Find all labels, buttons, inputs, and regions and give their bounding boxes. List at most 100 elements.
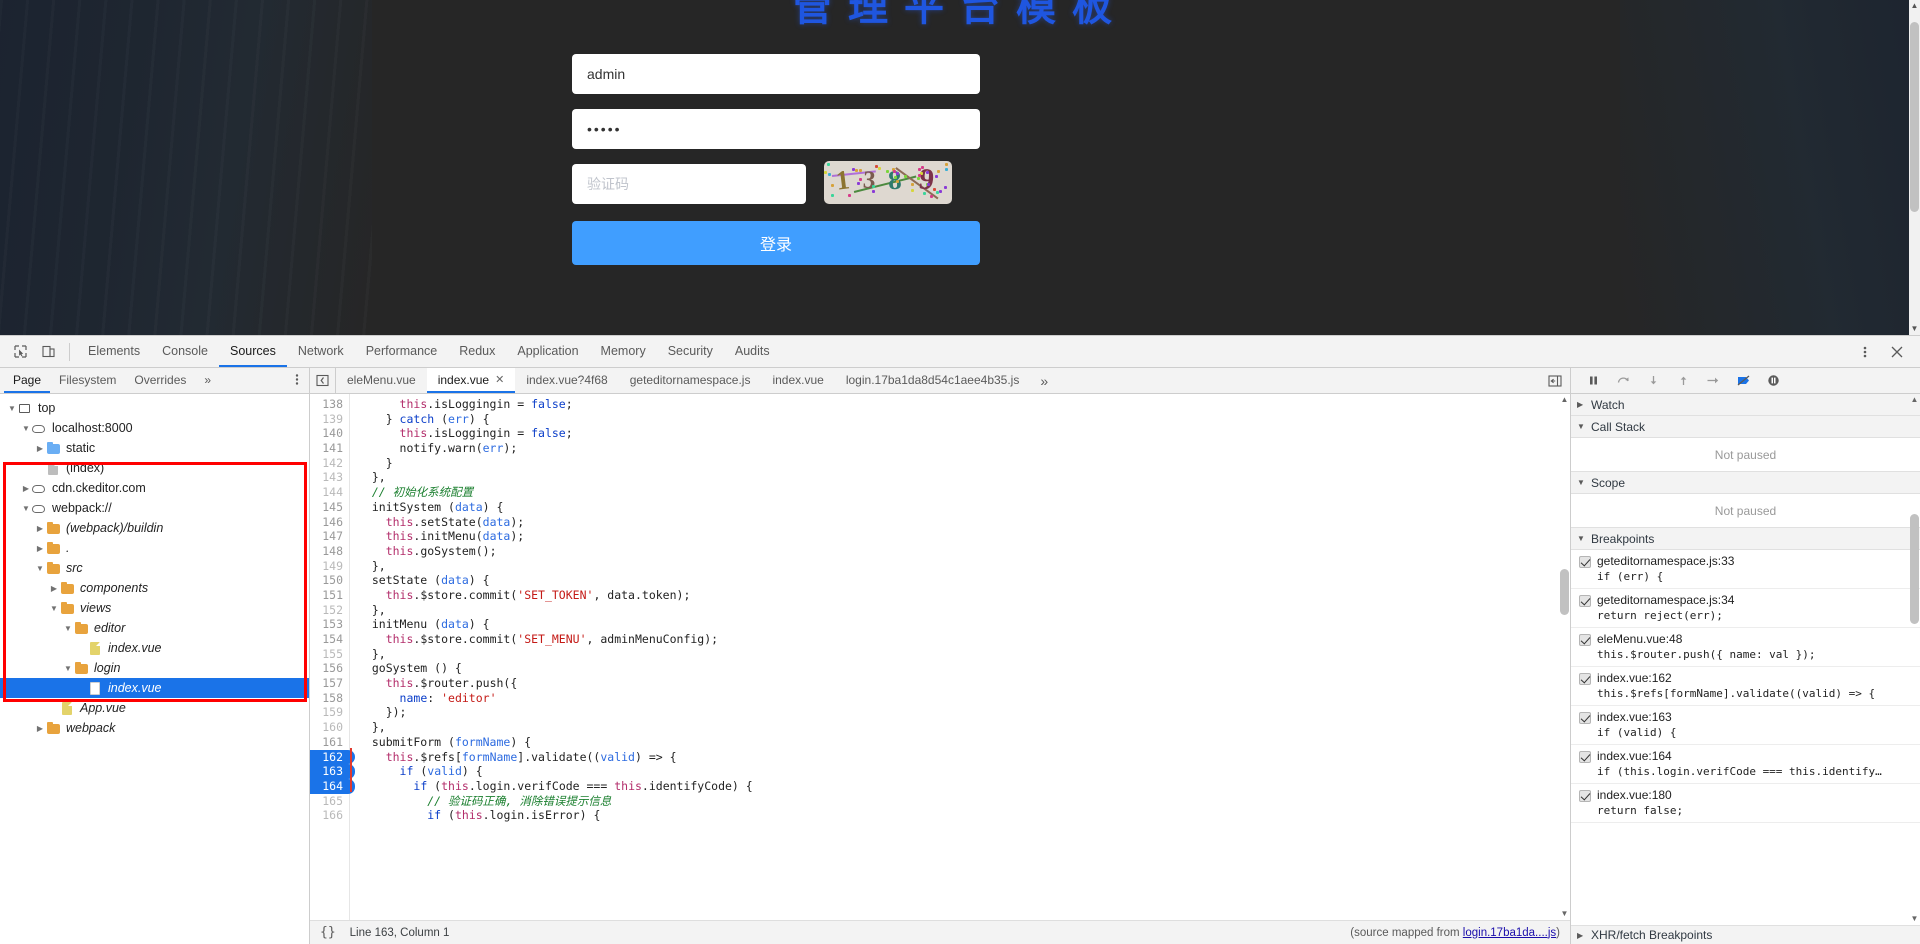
tab-application[interactable]: Application xyxy=(506,336,589,367)
code-line[interactable]: }); xyxy=(358,705,1570,720)
chevron-right-icon[interactable]: ▶ xyxy=(34,518,46,538)
pause-icon[interactable] xyxy=(1579,369,1607,393)
chevron-down-icon[interactable]: ▼ xyxy=(62,618,74,638)
file-tree[interactable]: ▼ top ▼ localhost:8000 ▶ static (index) ▶ cdn.ck… xyxy=(0,394,309,738)
breakpoint-item[interactable]: eleMenu.vue:48 this.$router.push({ name: … xyxy=(1571,628,1920,667)
code-line[interactable]: initSystem (data) { xyxy=(358,500,1570,515)
breakpoint-checkbox[interactable] xyxy=(1579,673,1591,685)
chevron-down-icon[interactable]: ▼ xyxy=(6,398,18,418)
page-scrollbar-thumb[interactable] xyxy=(1910,22,1919,212)
tree-item-cdn-ckeditor-com[interactable]: ▶ cdn.ckeditor.com xyxy=(0,478,309,498)
line-number[interactable]: 166 xyxy=(310,808,349,823)
source-tab-index-vue-4f68[interactable]: index.vue?4f68 xyxy=(515,368,618,393)
line-number[interactable]: 153 xyxy=(310,617,349,632)
line-number[interactable]: 143 xyxy=(310,470,349,485)
tree-item-components[interactable]: ▶ components xyxy=(0,578,309,598)
code-line[interactable]: this.goSystem(); xyxy=(358,544,1570,559)
kebab-menu-icon[interactable] xyxy=(285,373,309,389)
section-breakpoints[interactable]: ▼ Breakpoints xyxy=(1571,528,1920,550)
code-line[interactable]: this.isLoggingin = false; xyxy=(358,426,1570,441)
code-line[interactable]: name: 'editor' xyxy=(358,691,1570,706)
breakpoint-checkbox[interactable] xyxy=(1579,712,1591,724)
username-input[interactable] xyxy=(572,54,980,94)
tab-elements[interactable]: Elements xyxy=(77,336,151,367)
code-line[interactable]: // 验证码正确, 消除错误提示信息 xyxy=(358,794,1570,809)
device-toolbar-icon[interactable] xyxy=(34,339,62,365)
editor-scrollbar[interactable]: ▲ ▼ xyxy=(1559,394,1570,920)
code-line[interactable]: this.initMenu(data); xyxy=(358,529,1570,544)
chevron-down-icon[interactable]: ▼ xyxy=(20,498,32,518)
inspect-element-icon[interactable] xyxy=(6,339,34,365)
tree-item-static[interactable]: ▶ static xyxy=(0,438,309,458)
code-line[interactable]: this.setState(data); xyxy=(358,515,1570,530)
breakpoint-item[interactable]: index.vue:163 if (valid) { xyxy=(1571,706,1920,745)
scroll-down-arrow[interactable]: ▼ xyxy=(1909,323,1920,335)
tab-memory[interactable]: Memory xyxy=(590,336,657,367)
step-icon[interactable] xyxy=(1699,369,1727,393)
breakpoint-item[interactable]: geteditornamespace.js:34 return reject(er… xyxy=(1571,589,1920,628)
deactivate-breakpoints-icon[interactable] xyxy=(1729,369,1757,393)
tree-item-webpack-buildin[interactable]: ▶ (webpack)/buildin xyxy=(0,518,309,538)
tree-item-webpack[interactable]: ▶ webpack xyxy=(0,718,309,738)
line-number[interactable]: 139 xyxy=(310,412,349,427)
tree-item-src[interactable]: ▼ src xyxy=(0,558,309,578)
line-number[interactable]: 165 xyxy=(310,794,349,809)
breakpoint-item[interactable]: index.vue:180 return false; xyxy=(1571,784,1920,823)
more-options-icon[interactable] xyxy=(1850,339,1880,365)
line-number[interactable]: 159 xyxy=(310,705,349,720)
line-number[interactable]: 146 xyxy=(310,515,349,530)
tree-item-editor[interactable]: ▼ editor xyxy=(0,618,309,638)
code-line[interactable]: }, xyxy=(358,559,1570,574)
code-line[interactable]: }, xyxy=(358,603,1570,618)
line-number[interactable]: 152 xyxy=(310,603,349,618)
pretty-print-icon[interactable]: {} xyxy=(320,925,336,940)
source-tab-elemenu[interactable]: eleMenu.vue xyxy=(336,368,427,393)
breakpoint-checkbox[interactable] xyxy=(1579,634,1591,646)
nav-tab-filesystem[interactable]: Filesystem xyxy=(50,368,125,393)
editor-scrollbar-thumb[interactable] xyxy=(1560,569,1569,615)
chevron-right-icon[interactable]: ▶ xyxy=(20,478,32,498)
tree-item-index[interactable]: (index) xyxy=(0,458,309,478)
chevron-right-icon[interactable]: ▶ xyxy=(34,538,46,558)
code-line[interactable]: this.$refs[formName].validate((valid) =>… xyxy=(358,750,1570,765)
chevron-down-icon[interactable]: ▼ xyxy=(34,558,46,578)
code-line[interactable]: this.$store.commit('SET_TOKEN', data.tok… xyxy=(358,588,1570,603)
close-tab-icon[interactable]: ✕ xyxy=(495,368,504,393)
scroll-up-arrow[interactable]: ▲ xyxy=(1909,394,1920,406)
login-button[interactable]: 登录 xyxy=(572,221,980,265)
chevron-down-icon[interactable]: ▼ xyxy=(48,598,60,618)
line-number-breakpoint[interactable]: 164 xyxy=(310,778,355,794)
chevron-right-icon[interactable]: ▶ xyxy=(48,578,60,598)
chevron-right-icon[interactable]: ▶ xyxy=(34,438,46,458)
verification-code-input[interactable] xyxy=(572,164,806,204)
code-line[interactable]: notify.warn(err); xyxy=(358,441,1570,456)
line-number[interactable]: 160 xyxy=(310,720,349,735)
nav-tab-overrides[interactable]: Overrides xyxy=(125,368,195,393)
show-pane-icon[interactable] xyxy=(1540,374,1570,388)
code-editor[interactable]: 138 139 140 141 142 143 144 145 146 147 148 149 150 1… xyxy=(310,394,1570,920)
scroll-up-arrow[interactable]: ▲ xyxy=(1909,0,1920,12)
tab-sources[interactable]: Sources xyxy=(219,336,287,367)
code-line[interactable]: initMenu (data) { xyxy=(358,617,1570,632)
chevron-down-icon[interactable]: ▼ xyxy=(20,418,32,438)
section-scope[interactable]: ▼ Scope xyxy=(1571,472,1920,494)
section-watch[interactable]: ▶ Watch xyxy=(1571,394,1920,416)
nav-tab-page[interactable]: Page xyxy=(4,368,50,393)
tab-security[interactable]: Security xyxy=(657,336,724,367)
code-line[interactable]: setState (data) { xyxy=(358,573,1570,588)
line-number[interactable]: 161 xyxy=(310,735,349,750)
code-line[interactable]: if (this.login.verifCode === this.identi… xyxy=(358,779,1570,794)
line-number[interactable]: 138 xyxy=(310,397,349,412)
line-number[interactable]: 142 xyxy=(310,456,349,471)
source-tab-login-bundle[interactable]: login.17ba1da8d54c1aee4b35.js xyxy=(835,368,1031,393)
tree-item-index-vue[interactable]: index.vue xyxy=(0,638,309,658)
code-line[interactable]: goSystem () { xyxy=(358,661,1570,676)
code-line[interactable]: if (valid) { xyxy=(358,764,1570,779)
breakpoint-item[interactable]: index.vue:162 this.$refs[formName].valida… xyxy=(1571,667,1920,706)
breakpoint-item[interactable]: index.vue:164 if (this.login.verifCode ==… xyxy=(1571,745,1920,784)
breakpoints-list[interactable]: geteditornamespace.js:33 if (err) {getedi… xyxy=(1571,550,1920,823)
tab-network[interactable]: Network xyxy=(287,336,355,367)
source-tab-geteditornamespace[interactable]: geteditornamespace.js xyxy=(619,368,762,393)
line-number[interactable]: 149 xyxy=(310,559,349,574)
line-number[interactable]: 156 xyxy=(310,661,349,676)
